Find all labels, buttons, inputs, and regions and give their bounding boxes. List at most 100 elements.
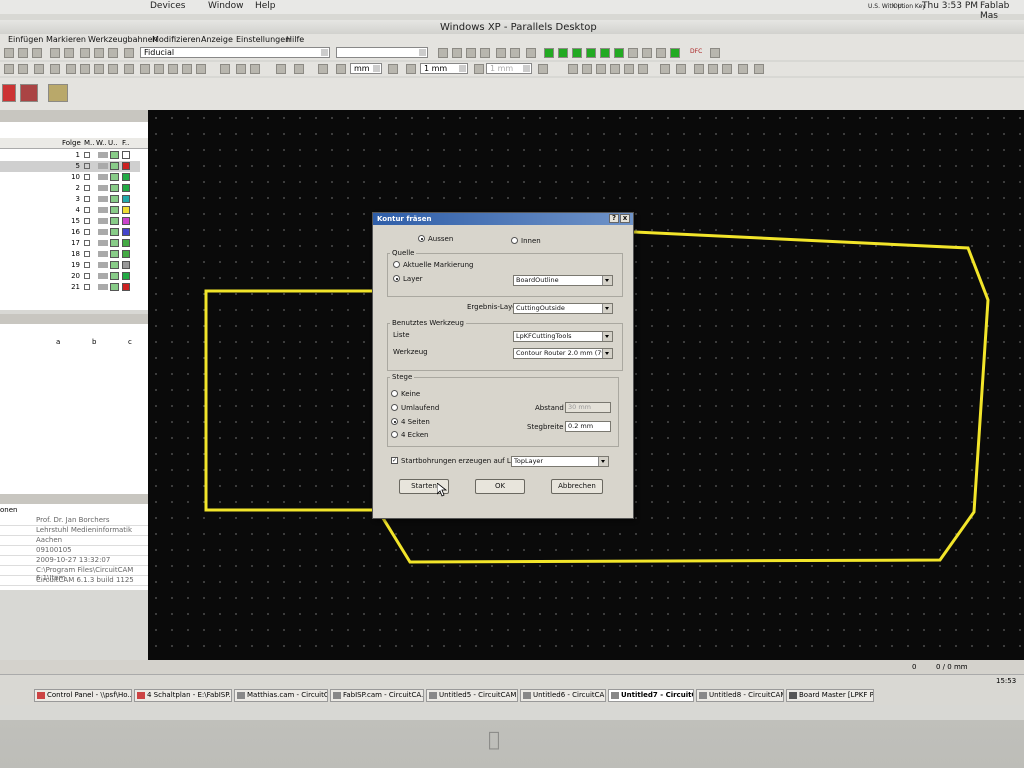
layer-color-swatch[interactable] [122, 206, 130, 214]
task-schaltplan[interactable]: 4 Schaltplan - E:\FabISP... [134, 689, 232, 702]
current-marking-radio[interactable] [393, 261, 400, 268]
visibility-checkbox[interactable] [84, 284, 90, 290]
cut-icon[interactable] [80, 48, 90, 58]
layer-row[interactable]: 21 [0, 282, 140, 293]
layer-color-swatch[interactable] [122, 261, 130, 269]
grid-size-combo[interactable]: 1 mm [420, 63, 468, 74]
column-folge[interactable]: Folge [62, 139, 81, 147]
print-icon[interactable] [642, 48, 652, 58]
lasso-icon[interactable] [18, 64, 28, 74]
layer-row[interactable]: 16 [0, 227, 140, 238]
dfc-label[interactable]: DFC [690, 48, 702, 55]
undo-icon[interactable] [50, 48, 60, 58]
task-untitled5[interactable]: Untitled5 - CircuitCAM PCB [426, 689, 518, 702]
link-icon[interactable] [98, 207, 108, 213]
pointer-icon[interactable] [236, 64, 246, 74]
route-icon[interactable] [600, 48, 610, 58]
task-fabisp-cam[interactable]: FabISP.cam - CircuitCA... [330, 689, 424, 702]
layer-type-icon[interactable] [110, 184, 119, 192]
layer-type-icon[interactable] [110, 173, 119, 181]
visibility-checkbox[interactable] [84, 218, 90, 224]
arrow-icon[interactable] [154, 64, 164, 74]
pan-icon[interactable] [496, 48, 506, 58]
tool-list-select[interactable]: LpKFCuttingTools [513, 331, 613, 342]
machine-icon[interactable] [48, 84, 68, 102]
pointer-icon[interactable] [80, 64, 90, 74]
paste-icon[interactable] [108, 48, 118, 58]
ok-button[interactable]: OK [475, 479, 525, 494]
link-icon[interactable] [98, 262, 108, 268]
arrow-icon[interactable] [168, 64, 178, 74]
rectangle-icon[interactable] [610, 64, 620, 74]
tool-select[interactable]: Contour Router 2.0 mm (79 mil) [513, 348, 613, 359]
new-icon[interactable] [4, 48, 14, 58]
grid-icon[interactable] [406, 64, 416, 74]
more-icon[interactable] [754, 64, 764, 74]
pad-icon[interactable] [638, 64, 648, 74]
settings-icon[interactable] [656, 48, 666, 58]
link-icon[interactable] [98, 163, 108, 169]
snap-icon[interactable] [388, 64, 398, 74]
visibility-checkbox[interactable] [84, 207, 90, 213]
layer-color-swatch[interactable] [122, 228, 130, 236]
menu-markieren[interactable]: Markieren [46, 35, 86, 44]
layer-row[interactable]: 15 [0, 216, 140, 227]
menu-einfuegen[interactable]: Einfügen [8, 35, 43, 44]
visibility-checkbox[interactable] [84, 185, 90, 191]
layer-row[interactable]: 1 [0, 150, 140, 161]
layer-row[interactable]: 2 [0, 183, 140, 194]
layer-color-swatch[interactable] [122, 162, 130, 170]
open-icon[interactable] [18, 48, 28, 58]
visibility-checkbox[interactable] [84, 262, 90, 268]
layer-row[interactable]: 5 [0, 161, 140, 172]
grid-icon[interactable] [526, 48, 536, 58]
pointer-icon[interactable] [250, 64, 260, 74]
circle-icon[interactable] [108, 64, 118, 74]
dialog-close-button[interactable]: x [620, 214, 630, 223]
snap-size-combo[interactable]: 1 mm [486, 63, 532, 74]
rotate-icon[interactable] [34, 64, 44, 74]
mirror-icon[interactable] [50, 64, 60, 74]
route-icon[interactable] [586, 48, 596, 58]
layer-color-swatch[interactable] [122, 195, 130, 203]
layer-color-swatch[interactable] [122, 184, 130, 192]
visibility-checkbox[interactable] [84, 240, 90, 246]
line-style-icon[interactable] [738, 64, 748, 74]
tabs-around-radio[interactable] [391, 404, 398, 411]
layer-radio[interactable] [393, 275, 400, 282]
task-control-panel[interactable]: Control Panel - \\psf\Ho... [34, 689, 132, 702]
text-icon[interactable] [660, 64, 670, 74]
layer-color-swatch[interactable] [122, 250, 130, 258]
tabs-4sides-radio[interactable] [391, 418, 398, 425]
copy-icon[interactable] [94, 48, 104, 58]
column-f[interactable]: F.. [122, 139, 129, 147]
column-a[interactable]: a [56, 338, 60, 346]
link-icon[interactable] [98, 174, 108, 180]
visibility-checkbox[interactable] [84, 174, 90, 180]
redo-icon[interactable] [64, 48, 74, 58]
source-layer-select[interactable]: BoardOutline [513, 275, 613, 286]
arc-icon[interactable] [582, 64, 592, 74]
column-u[interactable]: U.. [108, 139, 118, 147]
layer-type-icon[interactable] [110, 206, 119, 214]
line-icon[interactable] [568, 64, 578, 74]
visibility-checkbox[interactable] [84, 229, 90, 235]
cancel-button[interactable]: Abbrechen [551, 479, 603, 494]
dialog-titlebar[interactable]: Kontur fräsen ? x [373, 213, 633, 225]
select-icon[interactable] [4, 64, 14, 74]
visibility-checkbox[interactable] [84, 163, 90, 169]
pointer-icon[interactable] [220, 64, 230, 74]
layer-type-icon[interactable] [110, 151, 119, 159]
layer-type-icon[interactable] [110, 250, 119, 258]
link-icon[interactable] [98, 229, 108, 235]
task-board-master[interactable]: Board Master [LPKF Prot... [786, 689, 874, 702]
zoom-window-icon[interactable] [480, 48, 490, 58]
layer-row[interactable]: 20 [0, 271, 140, 282]
link-icon[interactable] [98, 284, 108, 290]
zoom-in-icon[interactable] [438, 48, 448, 58]
result-layer-select[interactable]: CuttingOutside [513, 303, 613, 314]
polygon-icon[interactable] [596, 64, 606, 74]
pen-icon[interactable] [722, 64, 732, 74]
layer-color-swatch[interactable] [122, 151, 130, 159]
angle-icon[interactable] [336, 64, 346, 74]
